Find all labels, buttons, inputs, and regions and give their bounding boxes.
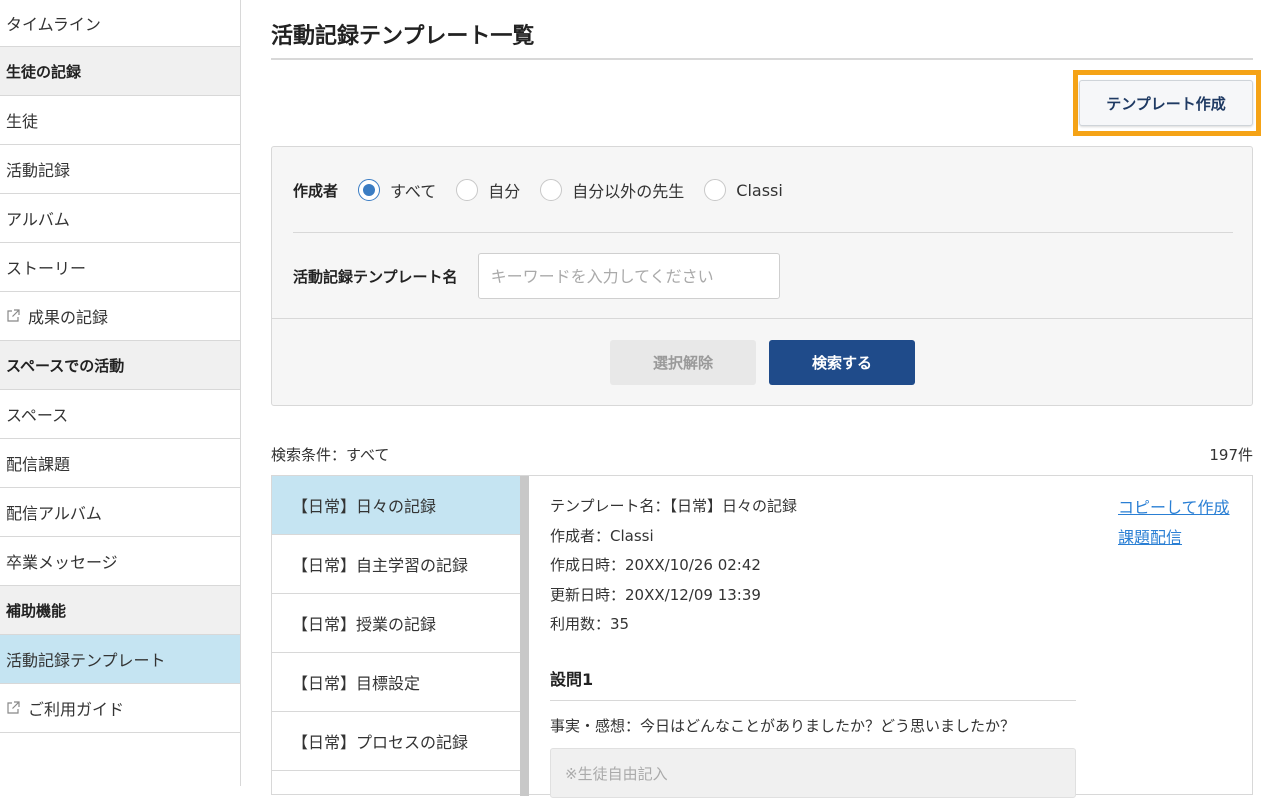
- detail-author: 作成者：Classi: [550, 526, 654, 545]
- filter-divider: [293, 232, 1233, 233]
- sidebar-item-timeline[interactable]: タイムライン: [0, 0, 240, 47]
- detail-name: テンプレート名：【日常】日々の記録: [550, 497, 798, 515]
- sidebar-section-label: 補助機能: [6, 601, 67, 620]
- list-item[interactable]: 【日常】授業の記録: [272, 594, 521, 653]
- result-count: 197件: [1209, 446, 1253, 464]
- clear-selection-button[interactable]: 選択解除: [610, 340, 756, 385]
- search-filter-panel: 作成者 すべて 自分 自分以外の先生 Classi 活動記録テンプレート名 キー…: [271, 146, 1253, 406]
- radio-label: 自分以外の先生: [572, 182, 685, 201]
- sidebar-item-user-guide[interactable]: ご利用ガイド: [0, 684, 240, 733]
- sidebar-item-label: 成果の記録: [28, 308, 109, 327]
- sidebar-item-distributed-album[interactable]: 配信アルバム: [0, 488, 240, 537]
- sidebar-item-label: ストーリー: [6, 259, 87, 278]
- radio-label: すべて: [390, 182, 437, 201]
- author-radio-other-teachers[interactable]: 自分以外の先生: [540, 178, 684, 202]
- filter-footer-divider: [272, 318, 1252, 319]
- copy-create-link[interactable]: コピーして作成: [1118, 494, 1230, 518]
- author-radio-classi[interactable]: Classi: [704, 179, 783, 201]
- sidebar-section-support: 補助機能: [0, 586, 240, 635]
- sidebar-item-label: 活動記録: [6, 161, 71, 180]
- author-radio-all[interactable]: すべて: [358, 178, 436, 202]
- assign-task-link[interactable]: 課題配信: [1118, 524, 1230, 548]
- sidebar-item-label: 活動記録テンプレート: [6, 651, 166, 670]
- keyword-input[interactable]: [477, 253, 780, 299]
- sidebar-item-activity-records[interactable]: 活動記録: [0, 145, 240, 194]
- list-item[interactable]: 【日常】自主学習の記録: [272, 535, 521, 594]
- sidebar-item-label: ご利用ガイド: [28, 700, 125, 719]
- question-title: 設問1: [550, 666, 1076, 701]
- search-button[interactable]: 検索する: [769, 340, 915, 385]
- sidebar-item-assignments[interactable]: 配信課題: [0, 439, 240, 488]
- external-link-icon: [6, 701, 20, 715]
- title-divider: [271, 58, 1253, 60]
- question-text: 事実・感想：今日はどんなことがありましたか？どう思いましたか？: [550, 716, 1016, 735]
- list-item[interactable]: 【日常】目標設定: [272, 653, 521, 712]
- sidebar-item-story[interactable]: ストーリー: [0, 243, 240, 292]
- sidebar-item-achievements[interactable]: 成果の記録: [0, 292, 240, 341]
- sidebar-item-label: 生徒: [6, 112, 39, 131]
- author-label: 作成者: [293, 181, 339, 200]
- detail-updated: 更新日時：20XX/12/09 13:39: [550, 585, 761, 604]
- search-condition: 検索条件：すべて: [271, 446, 390, 464]
- radio-unselected-icon: [704, 179, 727, 201]
- list-item[interactable]: 【日常】プロセスの記録: [272, 712, 521, 771]
- name-filter-row: 活動記録テンプレート名: [293, 253, 780, 299]
- template-detail: テンプレート名：【日常】日々の記録 作成者：Classi 作成日時：20XX/1…: [550, 494, 1080, 798]
- sidebar-item-students[interactable]: 生徒: [0, 96, 240, 145]
- radio-unselected-icon: [540, 179, 563, 201]
- author-filter-row: 作成者 すべて 自分 自分以外の先生 Classi: [293, 175, 803, 205]
- sidebar-item-album[interactable]: アルバム: [0, 194, 240, 243]
- sidebar-section-label: 生徒の記録: [6, 62, 82, 81]
- sidebar-item-label: 卒業メッセージ: [6, 553, 118, 572]
- sidebar-section-space-activities: スペースでの活動: [0, 341, 240, 390]
- sidebar-item-activity-templates[interactable]: 活動記録テンプレート: [0, 635, 240, 684]
- sidebar-item-space[interactable]: スペース: [0, 390, 240, 439]
- radio-unselected-icon: [456, 179, 479, 201]
- sidebar-item-label: 配信アルバム: [6, 504, 102, 523]
- sidebar-item-label: スペース: [6, 406, 69, 425]
- external-link-icon: [6, 309, 20, 323]
- create-template-button[interactable]: テンプレート作成: [1079, 80, 1253, 126]
- sidebar-item-graduation-message[interactable]: 卒業メッセージ: [0, 537, 240, 586]
- detail-usage: 利用数：35: [550, 615, 630, 633]
- list-item[interactable]: 【日常】日々の記録: [272, 476, 521, 535]
- main-content: 活動記録テンプレート一覧 テンプレート作成 作成者 すべて 自分 自分以外の先生…: [271, 0, 1261, 798]
- results-panel: 【日常】日々の記録 【日常】自主学習の記録 【日常】授業の記録 【日常】目標設定…: [271, 475, 1253, 798]
- template-list: 【日常】日々の記録 【日常】自主学習の記録 【日常】授業の記録 【日常】目標設定…: [272, 476, 522, 796]
- radio-label: 自分: [488, 182, 521, 201]
- detail-actions: コピーして作成 課題配信: [1118, 494, 1230, 554]
- sidebar-item-label: アルバム: [6, 210, 70, 229]
- detail-created: 作成日時：20XX/10/26 02:42: [550, 556, 761, 574]
- radio-selected-icon: [358, 179, 381, 201]
- page-title: 活動記録テンプレート一覧: [271, 24, 535, 49]
- sidebar-section-student-records: 生徒の記録: [0, 47, 240, 96]
- sidebar-item-label: タイムライン: [6, 15, 101, 34]
- answer-placeholder-box: ※生徒自由記入: [550, 747, 1076, 798]
- sidebar: タイムライン 生徒の記録 生徒 活動記録 アルバム ストーリー 成果の記録 スペ…: [0, 0, 241, 786]
- radio-label: Classi: [736, 180, 783, 200]
- template-name-label: 活動記録テンプレート名: [293, 267, 458, 286]
- author-radio-self[interactable]: 自分: [456, 178, 520, 202]
- list-scrollbar[interactable]: [520, 476, 529, 796]
- sidebar-item-label: 配信課題: [6, 455, 71, 474]
- sidebar-section-label: スペースでの活動: [6, 356, 125, 375]
